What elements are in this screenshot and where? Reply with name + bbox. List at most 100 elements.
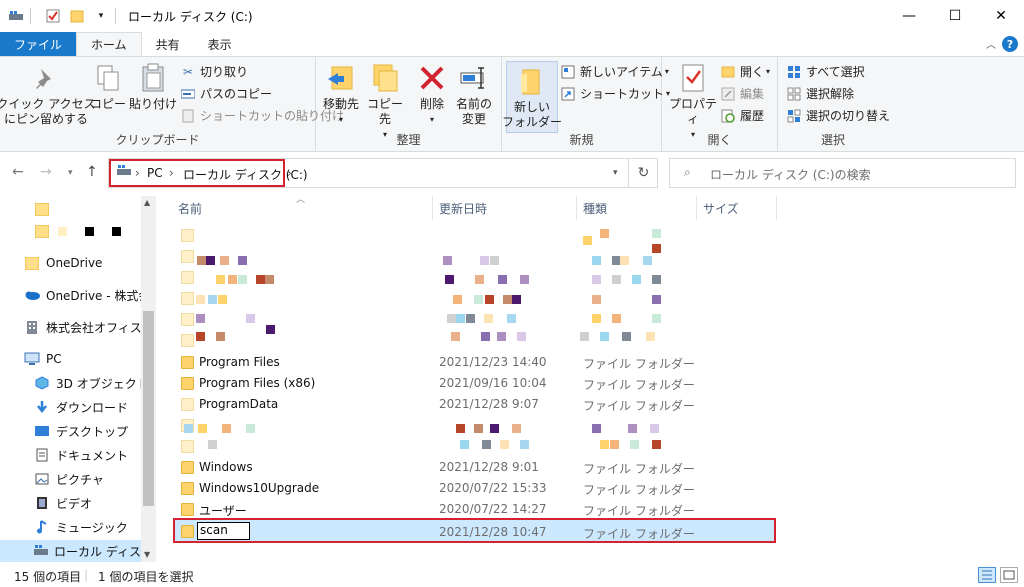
table-row[interactable]: Program Files 2021/12/23 14:40 ファイル フォルダ… [176, 352, 776, 373]
edit-button[interactable]: 編集 [720, 85, 764, 102]
large-icons-button[interactable] [1000, 567, 1018, 583]
new-folder-button[interactable]: 新しい フォルダー [502, 61, 562, 133]
customize-dropdown-icon[interactable]: ▾ [93, 8, 109, 24]
minimize-button[interactable]: — [886, 0, 932, 32]
up-button[interactable]: ↑ [86, 164, 98, 180]
paste-button[interactable]: 貼り付け [128, 61, 178, 112]
collapse-ribbon-icon[interactable]: ︿ [986, 36, 996, 51]
obscured-pixel [632, 275, 641, 284]
recent-locations-icon[interactable]: ▾ [68, 168, 73, 178]
cut-button[interactable]: ✂ 切り取り [180, 63, 248, 80]
obscured-pixel [220, 256, 229, 265]
maximize-button[interactable]: ☐ [932, 0, 978, 32]
nav-item-company[interactable]: 株式会社オフィスバ [0, 316, 156, 338]
properties-icon[interactable] [45, 8, 61, 24]
obscured-pixel [512, 295, 521, 304]
tab-view[interactable]: 表示 [194, 32, 246, 56]
tab-share[interactable]: 共有 [142, 32, 194, 56]
address-bar[interactable]: › PC › ローカル ディスク (C:) › ▾ [108, 158, 658, 188]
address-dropdown-icon[interactable]: ▾ [613, 168, 618, 178]
paste-label: 貼り付け [128, 97, 177, 111]
folder-icon [181, 250, 194, 263]
clipboard-group-label: クリップボード [115, 133, 200, 147]
invert-selection-button[interactable]: 選択の切り替え [786, 107, 890, 124]
column-separator[interactable] [776, 196, 777, 220]
column-header-date[interactable]: 更新日時 [439, 196, 487, 220]
nav-item-hidden-1[interactable] [0, 198, 156, 220]
open-button[interactable]: 開く ▾ [720, 63, 770, 80]
search-input[interactable]: ローカル ディスク (C:)の検索 [710, 166, 871, 183]
column-separator[interactable] [432, 196, 433, 220]
new-folder-icon[interactable] [69, 8, 85, 24]
easy-access-button[interactable]: ショートカット ▾ [560, 85, 670, 102]
delete-button[interactable]: 削除 ▾ [414, 61, 450, 127]
close-button[interactable]: ✕ [978, 0, 1024, 32]
obscured-pixel [652, 244, 661, 253]
table-row[interactable]: ユーザー 2020/07/22 14:27 ファイル フォルダー [176, 499, 776, 520]
copy-to-button[interactable]: コピー先 ▾ [364, 61, 406, 142]
tab-home[interactable]: ホーム [76, 32, 142, 56]
copy-path-button[interactable]: パスのコピー [180, 85, 272, 102]
nav-item-videos[interactable]: ビデオ [0, 492, 156, 514]
rename-button[interactable]: 名前の 変更 [454, 61, 494, 127]
column-header-name[interactable]: 名前 [178, 196, 202, 220]
properties-button[interactable]: プロパティ ▾ [668, 61, 718, 142]
breadcrumb-separator[interactable]: › [169, 166, 174, 180]
new-item-button[interactable]: 新しいアイテム ▾ [560, 63, 669, 80]
selection-count: 1 個の項目を選択 [98, 570, 194, 584]
details-view-button[interactable] [978, 567, 996, 583]
table-row[interactable]: Windows 2021/12/28 9:01 ファイル フォルダー [176, 457, 776, 478]
table-row-selected[interactable]: scan 2021/12/28 10:47 ファイル フォルダー [173, 518, 776, 543]
new-group: 新しい フォルダー 新しいアイテム ▾ ショートカット ▾ 新規 [502, 57, 670, 151]
scrollbar-thumb[interactable] [143, 311, 154, 506]
move-to-button[interactable]: 移動先 ▾ [320, 61, 362, 127]
rename-input[interactable]: scan [197, 522, 250, 540]
obscured-pixel [198, 424, 207, 433]
table-row[interactable]: Windows10Upgrade 2020/07/22 15:33 ファイル フ… [176, 478, 776, 499]
nav-item-hidden-2[interactable] [0, 220, 156, 242]
paste-icon [136, 61, 170, 95]
folder-icon [181, 334, 194, 347]
nav-item-downloads[interactable]: ダウンロード [0, 396, 156, 418]
history-button[interactable]: 履歴 [720, 107, 764, 124]
obscured-pixel [652, 275, 661, 284]
column-separator[interactable] [576, 196, 577, 220]
back-button[interactable]: ← [12, 164, 24, 180]
obscured-pixel [445, 275, 454, 284]
search-box[interactable]: ⌕ ローカル ディスク (C:)の検索 [669, 158, 1016, 188]
breadcrumb-separator[interactable]: › [287, 166, 292, 180]
scroll-up-icon[interactable]: ▲ [144, 198, 150, 207]
nav-item-onedrive-business[interactable]: OneDrive - 株式会 [0, 284, 156, 306]
obscured-pixel [216, 332, 225, 341]
scroll-down-icon[interactable]: ▼ [144, 550, 150, 559]
nav-label: ピクチャ [56, 472, 104, 487]
pin-quick-access-button[interactable]: クイック アクセス にピン留めする [0, 61, 96, 127]
table-row[interactable]: ProgramData 2021/12/28 9:07 ファイル フォルダー [176, 394, 776, 415]
nav-item-desktop[interactable]: デスクトップ [0, 420, 156, 442]
folder-icon [181, 313, 194, 326]
tab-file[interactable]: ファイル [0, 32, 77, 56]
nav-item-3d-objects[interactable]: 3D オブジェクト [0, 372, 156, 394]
column-header-size[interactable]: サイズ [703, 196, 739, 220]
nav-scrollbar[interactable]: ▲ ▼ [141, 196, 156, 562]
column-separator[interactable] [696, 196, 697, 220]
nav-item-documents[interactable]: ドキュメント [0, 444, 156, 466]
nav-item-pictures[interactable]: ピクチャ [0, 468, 156, 490]
nav-item-pc[interactable]: PC [0, 348, 156, 370]
folder-icon [181, 525, 194, 538]
nav-label: PC [46, 352, 62, 366]
select-all-button[interactable]: すべて選択 [786, 63, 865, 80]
refresh-button[interactable]: ↻ [628, 158, 658, 188]
breadcrumb-pc[interactable]: PC [147, 166, 163, 180]
folder-icon [181, 461, 194, 474]
forward-button[interactable]: → [40, 164, 52, 180]
nav-item-music[interactable]: ミュージック [0, 516, 156, 538]
nav-item-onedrive[interactable]: OneDrive [0, 252, 156, 274]
nav-item-local-disk[interactable]: ローカル ディスク (C [0, 540, 156, 562]
copy-button[interactable]: コピー [90, 61, 126, 112]
breadcrumb-separator[interactable]: › [135, 166, 140, 180]
column-header-type[interactable]: 種類 [583, 196, 607, 220]
select-none-button[interactable]: 選択解除 [786, 85, 854, 102]
help-icon[interactable]: ? [1002, 36, 1018, 52]
table-row[interactable]: Program Files (x86) 2021/09/16 10:04 ファイ… [176, 373, 776, 394]
